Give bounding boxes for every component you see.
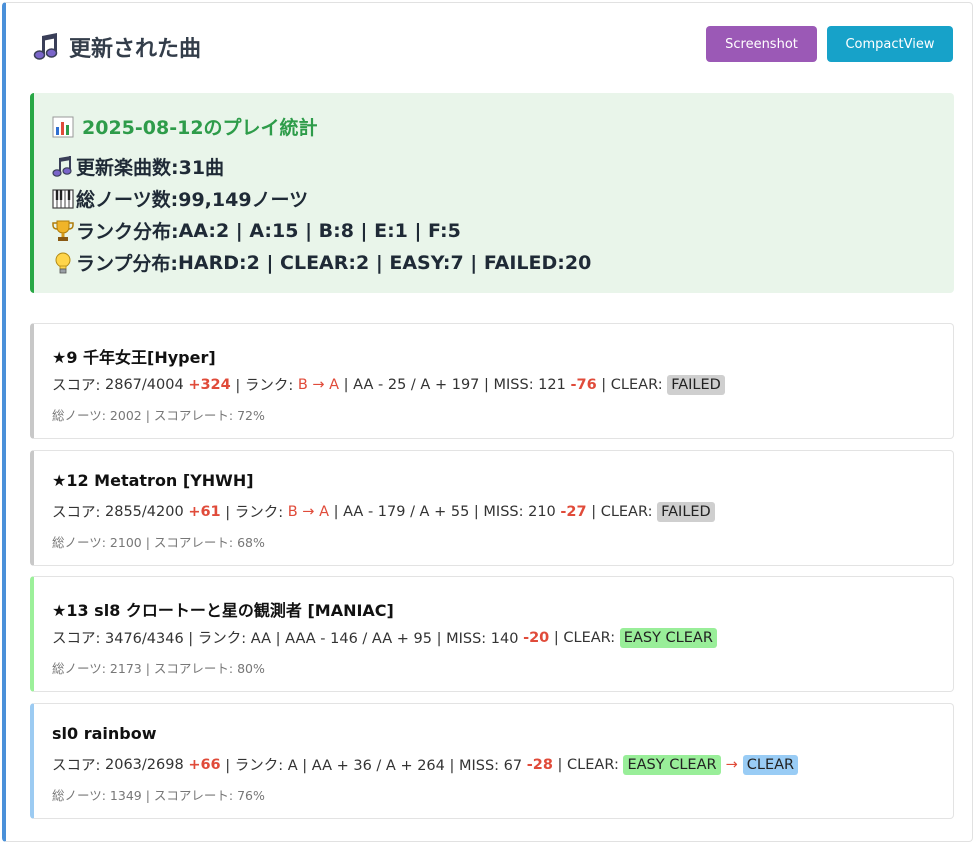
clear-label: | CLEAR: xyxy=(596,376,668,393)
score-line: スコア: 2867/4004 +324 | ランク: B → A | AA - … xyxy=(52,374,725,395)
score-diff: +61 xyxy=(188,503,221,520)
compact-view-button[interactable]: CompactView xyxy=(827,26,953,62)
score-text: スコア: 3476/4346 | ランク: AA | AAA - 146 / A… xyxy=(52,631,524,647)
score-diff: +324 xyxy=(188,376,231,393)
stat-rank-distribution: ランク分布: AA:2 | A:15 | B:8 | E:1 | F:5 xyxy=(52,217,461,244)
trophy-icon xyxy=(52,219,74,243)
stats-title-text: 2025-08-12のプレイ統計 xyxy=(82,117,318,139)
song-card: sl0 rainbow スコア: 2063/2698 +66 | ランク: A … xyxy=(30,703,954,819)
stat-value: AA:2 | A:15 | B:8 | E:1 | F:5 xyxy=(178,219,461,242)
lightbulb-icon xyxy=(52,251,74,275)
song-title: sl0 rainbow xyxy=(52,724,157,743)
lamp-badge-from: EASY CLEAR xyxy=(623,754,721,775)
song-card: ★9 千年女王[Hyper] スコア: 2867/4004 +324 | ランク… xyxy=(30,323,954,439)
page-title-text: 更新された曲 xyxy=(69,37,202,62)
stats-title: 2025-08-12のプレイ統計 xyxy=(52,113,318,140)
music-note-icon xyxy=(31,32,61,62)
stat-total-notes: 総ノーツ数: 99,149ノーツ xyxy=(52,185,308,212)
stat-label: ランプ分布: xyxy=(76,253,179,275)
score-value: 2855/4200 xyxy=(105,503,184,520)
song-card: ★12 Metatron [YHWH] スコア: 2855/4200 +61 |… xyxy=(30,450,954,566)
clear-label: | CLEAR: xyxy=(549,629,620,646)
rank-text: | ランク: A | AA + 36 / A + 264 | MISS: 67 xyxy=(220,758,527,774)
stat-label: 更新楽曲数: xyxy=(76,157,179,179)
rank-detail: | AA - 179 / A + 55 | MISS: 210 xyxy=(328,503,561,520)
stat-value: 99,149ノーツ xyxy=(178,189,309,211)
lamp-badge: FAILED xyxy=(667,374,725,395)
rank-change: B → A xyxy=(297,376,340,393)
miss-diff: -76 xyxy=(570,376,597,393)
song-card: ★13 sl8 クロートーと星の観測者 [MANIAC] スコア: 3476/4… xyxy=(30,576,954,692)
notes-line: 総ノーツ: 2002 | スコアレート: 72% xyxy=(52,408,265,423)
clear-label: | CLEAR: xyxy=(552,756,624,773)
lamp-change-arrow: → xyxy=(725,756,738,773)
bar-chart-icon xyxy=(52,116,74,138)
music-note-icon xyxy=(52,155,74,179)
notes-line: 総ノーツ: 2100 | スコアレート: 68% xyxy=(52,535,265,550)
song-title: ★13 sl8 クロートーと星の観測者 [MANIAC] xyxy=(52,601,394,620)
stat-song-count: 更新楽曲数: 31曲 xyxy=(52,153,224,180)
lamp-badge: FAILED xyxy=(657,501,715,522)
rank-label: | ランク: xyxy=(230,378,298,394)
stat-label: 総ノーツ数: xyxy=(76,189,179,211)
clear-label: | CLEAR: xyxy=(586,503,658,520)
score-line: スコア: 2063/2698 +66 | ランク: A | AA + 36 / … xyxy=(52,754,799,775)
miss-diff: -20 xyxy=(523,629,550,646)
stat-value: 31曲 xyxy=(178,157,225,179)
score-label: スコア: xyxy=(52,505,105,521)
score-value: 2063/2698 xyxy=(105,756,184,773)
screenshot-button[interactable]: Screenshot xyxy=(706,26,817,62)
stat-lamp-distribution: ランプ分布: HARD:2 | CLEAR:2 | EASY:7 | FAILE… xyxy=(52,249,591,276)
header: 更新された曲 Screenshot CompactView xyxy=(31,26,953,69)
song-title: ★12 Metatron [YHWH] xyxy=(52,471,254,490)
score-label: スコア: xyxy=(52,378,105,394)
miss-diff: -28 xyxy=(526,756,553,773)
score-label: スコア: xyxy=(52,758,105,774)
rank-change: B → A xyxy=(287,503,329,520)
score-value: 2867/4004 xyxy=(105,376,184,393)
page-title: 更新された曲 xyxy=(31,31,201,63)
score-diff: +66 xyxy=(188,756,221,773)
notes-line: 総ノーツ: 1349 | スコアレート: 76% xyxy=(52,788,265,803)
stat-value: HARD:2 | CLEAR:2 | EASY:7 | FAILED:20 xyxy=(178,251,592,274)
lamp-badge-to: CLEAR xyxy=(742,754,799,775)
score-line: スコア: 2855/4200 +61 | ランク: B → A | AA - 1… xyxy=(52,501,715,522)
updated-songs-panel: 更新された曲 Screenshot CompactView 2025-08-12… xyxy=(2,2,973,842)
rank-detail: | AA - 25 / A + 197 | MISS: 121 xyxy=(339,376,571,393)
stat-label: ランク分布: xyxy=(76,221,179,243)
piano-keys-icon xyxy=(52,187,74,211)
rank-label: | ランク: xyxy=(220,505,288,521)
miss-diff: -27 xyxy=(560,503,587,520)
score-line: スコア: 3476/4346 | ランク: AA | AAA - 146 / A… xyxy=(52,627,717,648)
play-stats-box: 2025-08-12のプレイ統計 更新楽曲数: 31曲 総ノーツ数: 99,14… xyxy=(30,93,954,293)
notes-line: 総ノーツ: 2173 | スコアレート: 80% xyxy=(52,661,265,676)
song-title: ★9 千年女王[Hyper] xyxy=(52,348,216,367)
lamp-badge: EASY CLEAR xyxy=(619,627,717,648)
